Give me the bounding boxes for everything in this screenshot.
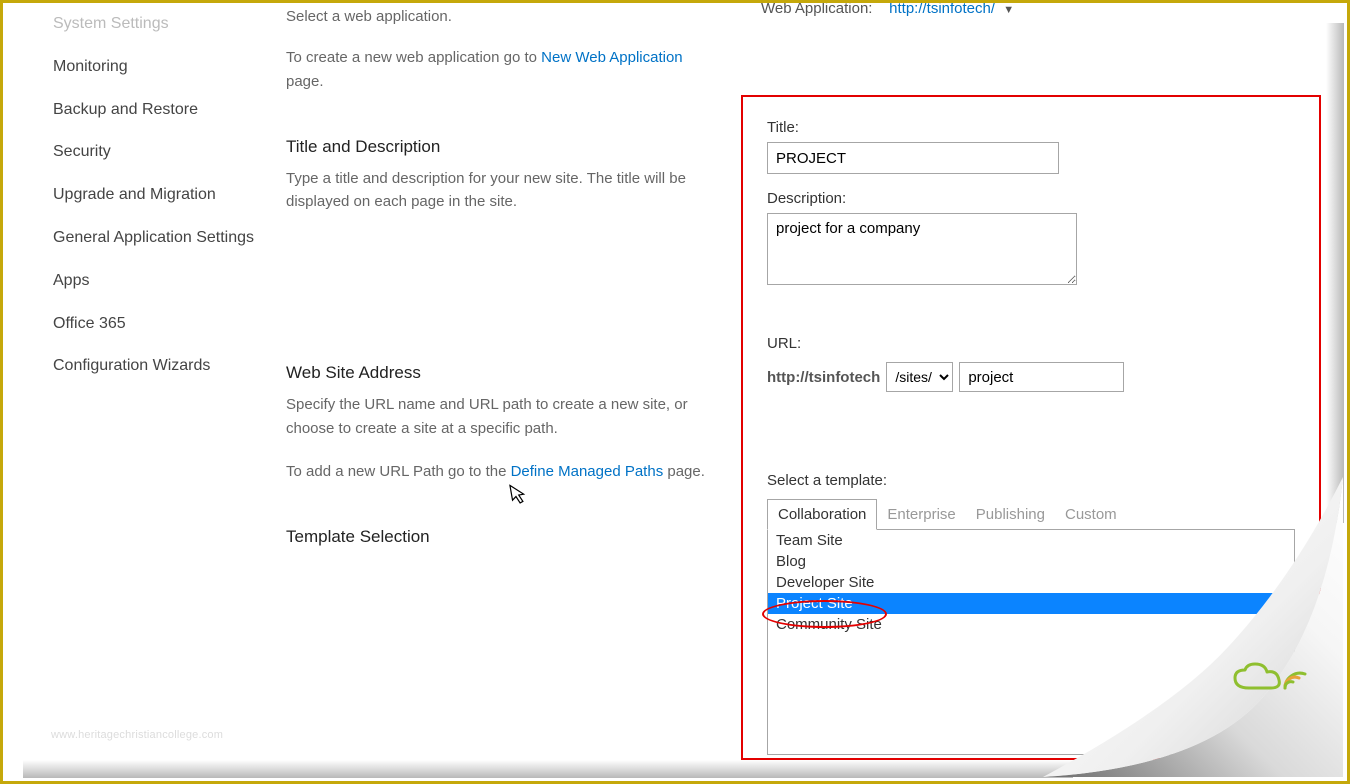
template-tabs: Collaboration Enterprise Publishing Cust… [767,499,1295,530]
address-trail: page. [663,463,705,480]
sidebar-item-system-settings[interactable]: System Settings [53,3,256,46]
web-application-row: Web Application: http://tsinfotech/ ▼ [761,0,1014,17]
sidebar-item-upgrade-migration[interactable]: Upgrade and Migration [53,174,256,217]
description-textarea[interactable]: project for a company [767,213,1077,285]
url-path-select[interactable]: /sites/ [886,362,953,392]
description-label: Description: [767,190,1295,207]
web-application-label: Web Application: [761,0,872,17]
sidebar-item-security[interactable]: Security [53,131,256,174]
sidebar-item-apps[interactable]: Apps [53,260,256,303]
url-name-input[interactable] [959,362,1124,392]
section-address-title: Web Site Address [286,363,711,383]
title-input[interactable] [767,142,1059,174]
highlighted-form-panel: Title: Description: project for a compan… [741,95,1321,760]
tab-publishing[interactable]: Publishing [966,500,1055,529]
tab-enterprise[interactable]: Enterprise [877,500,965,529]
tab-collaboration[interactable]: Collaboration [767,499,877,530]
sidebar-item-config-wizards[interactable]: Configuration Wizards [53,345,256,388]
web-application-value[interactable]: http://tsinfotech/ [889,0,995,17]
form-panel-wrap: Web Application: http://tsinfotech/ ▼ Ti… [741,3,1347,781]
template-project-site[interactable]: Project Site [768,593,1294,614]
section-template-title: Template Selection [286,527,711,547]
sidebar-item-general-app-settings[interactable]: General Application Settings [53,217,256,260]
template-developer-site[interactable]: Developer Site [768,572,1294,593]
address-lead: To add a new URL Path go to the [286,463,511,480]
tab-custom[interactable]: Custom [1055,500,1127,529]
template-team-site[interactable]: Team Site [768,530,1294,551]
title-label: Title: [767,119,1295,136]
template-label: Select a template: [767,472,1295,489]
sidebar-item-office-365[interactable]: Office 365 [53,303,256,346]
url-base-text: http://tsinfotech [767,369,880,386]
chevron-down-icon[interactable]: ▼ [1003,4,1014,16]
new-web-application-link[interactable]: New Web Application [541,49,682,66]
webapp-trail: page. [286,73,324,90]
define-managed-paths-link[interactable]: Define Managed Paths [511,463,664,480]
watermark-text: www.heritagechristiancollege.com [51,729,223,741]
template-list[interactable]: Team Site Blog Developer Site Project Si… [767,530,1295,755]
section-title-desc-body: Type a title and description for your ne… [286,167,711,214]
form-descriptions: Select a web application. To create a ne… [256,3,741,781]
sidebar: System Settings Monitoring Backup and Re… [3,3,256,781]
template-community-site[interactable]: Community Site [768,614,1294,635]
webapp-select-desc: Select a web application. [286,5,711,28]
section-title-desc: Title and Description [286,137,711,157]
sidebar-item-backup-restore[interactable]: Backup and Restore [53,89,256,132]
webapp-lead: To create a new web application go to [286,49,541,66]
template-blog[interactable]: Blog [768,551,1294,572]
section-address-body: Specify the URL name and URL path to cre… [286,393,711,440]
url-label: URL: [767,335,1295,352]
sidebar-item-monitoring[interactable]: Monitoring [53,46,256,89]
